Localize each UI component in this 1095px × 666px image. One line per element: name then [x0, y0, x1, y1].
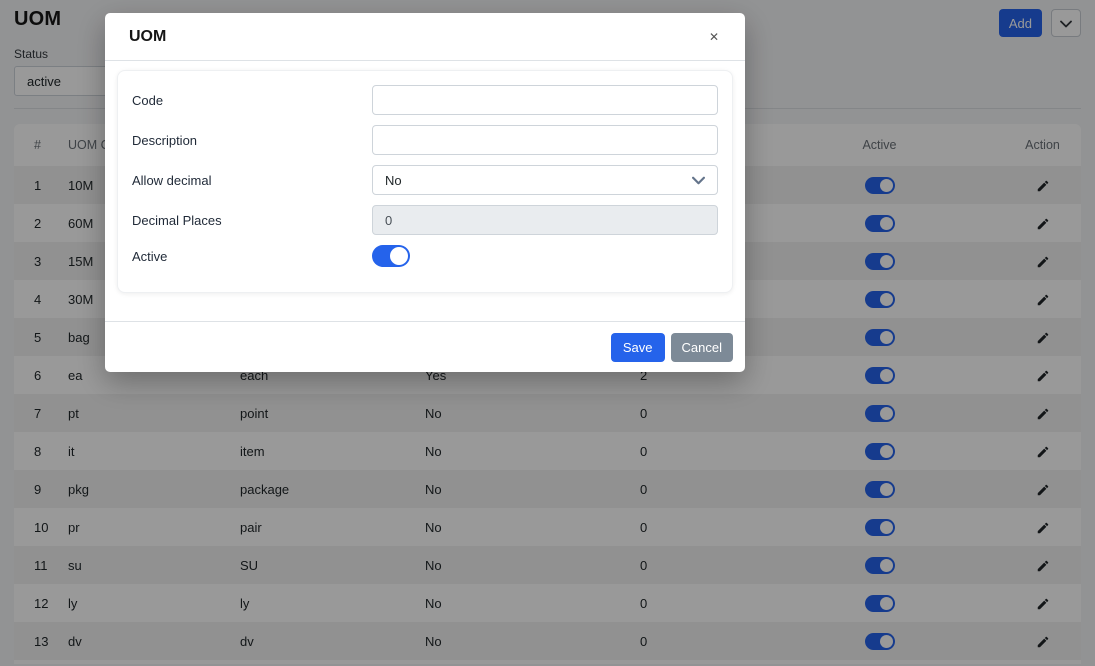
active-toggle[interactable]	[372, 245, 410, 267]
modal-form-card: Code Description Allow decimal No Decima…	[117, 70, 733, 293]
uom-modal: UOM ✕ Code Description Allow decimal No	[105, 13, 745, 372]
modal-title: UOM	[129, 27, 167, 45]
decimal-places-label: Decimal Places	[132, 212, 222, 228]
save-button[interactable]: Save	[610, 332, 665, 362]
decimal-places-input	[372, 205, 718, 235]
code-input[interactable]	[372, 85, 718, 115]
allow-decimal-select[interactable]: No	[372, 165, 718, 195]
modal-header: UOM ✕	[105, 13, 745, 61]
allow-decimal-value: No	[385, 172, 402, 188]
code-label: Code	[132, 92, 164, 108]
chevron-down-icon	[692, 173, 705, 188]
allow-decimal-label: Allow decimal	[132, 172, 212, 188]
cancel-button[interactable]: Cancel	[670, 332, 733, 362]
modal-body: Code Description Allow decimal No Decima…	[105, 61, 745, 321]
modal-footer: Save Cancel	[105, 321, 745, 372]
description-input[interactable]	[372, 125, 718, 155]
toggle-knob	[390, 247, 408, 265]
description-label: Description	[132, 132, 198, 148]
active-label: Active	[132, 248, 168, 264]
close-icon[interactable]: ✕	[705, 27, 723, 47]
